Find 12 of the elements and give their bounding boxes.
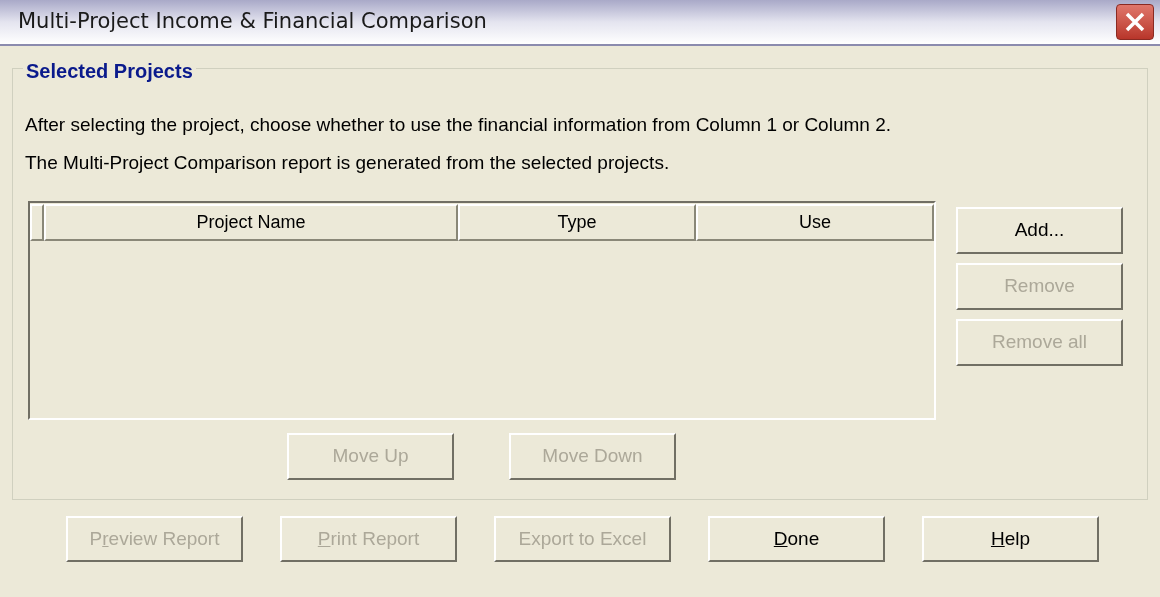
column-header: Use: [696, 204, 934, 241]
column-header: Type: [458, 204, 696, 241]
dialog-button[interactable]: Done: [708, 516, 885, 562]
dialog-button[interactable]: Help: [922, 516, 1099, 562]
window-title: Multi-Project Income & Financial Comparison: [18, 8, 487, 36]
column-header: Project Name: [44, 204, 458, 241]
close-button[interactable]: [1116, 4, 1154, 40]
instruction-text: The Multi-Project Comparison report is generated from the selected projects.: [25, 151, 671, 174]
close-icon: [1124, 11, 1146, 33]
instruction-text: After selecting the project, choose whether to use the financial information from Column 1 or Column 2.: [25, 113, 892, 136]
row-header: [30, 204, 44, 241]
dialog-button[interactable]: Add...: [956, 207, 1123, 254]
